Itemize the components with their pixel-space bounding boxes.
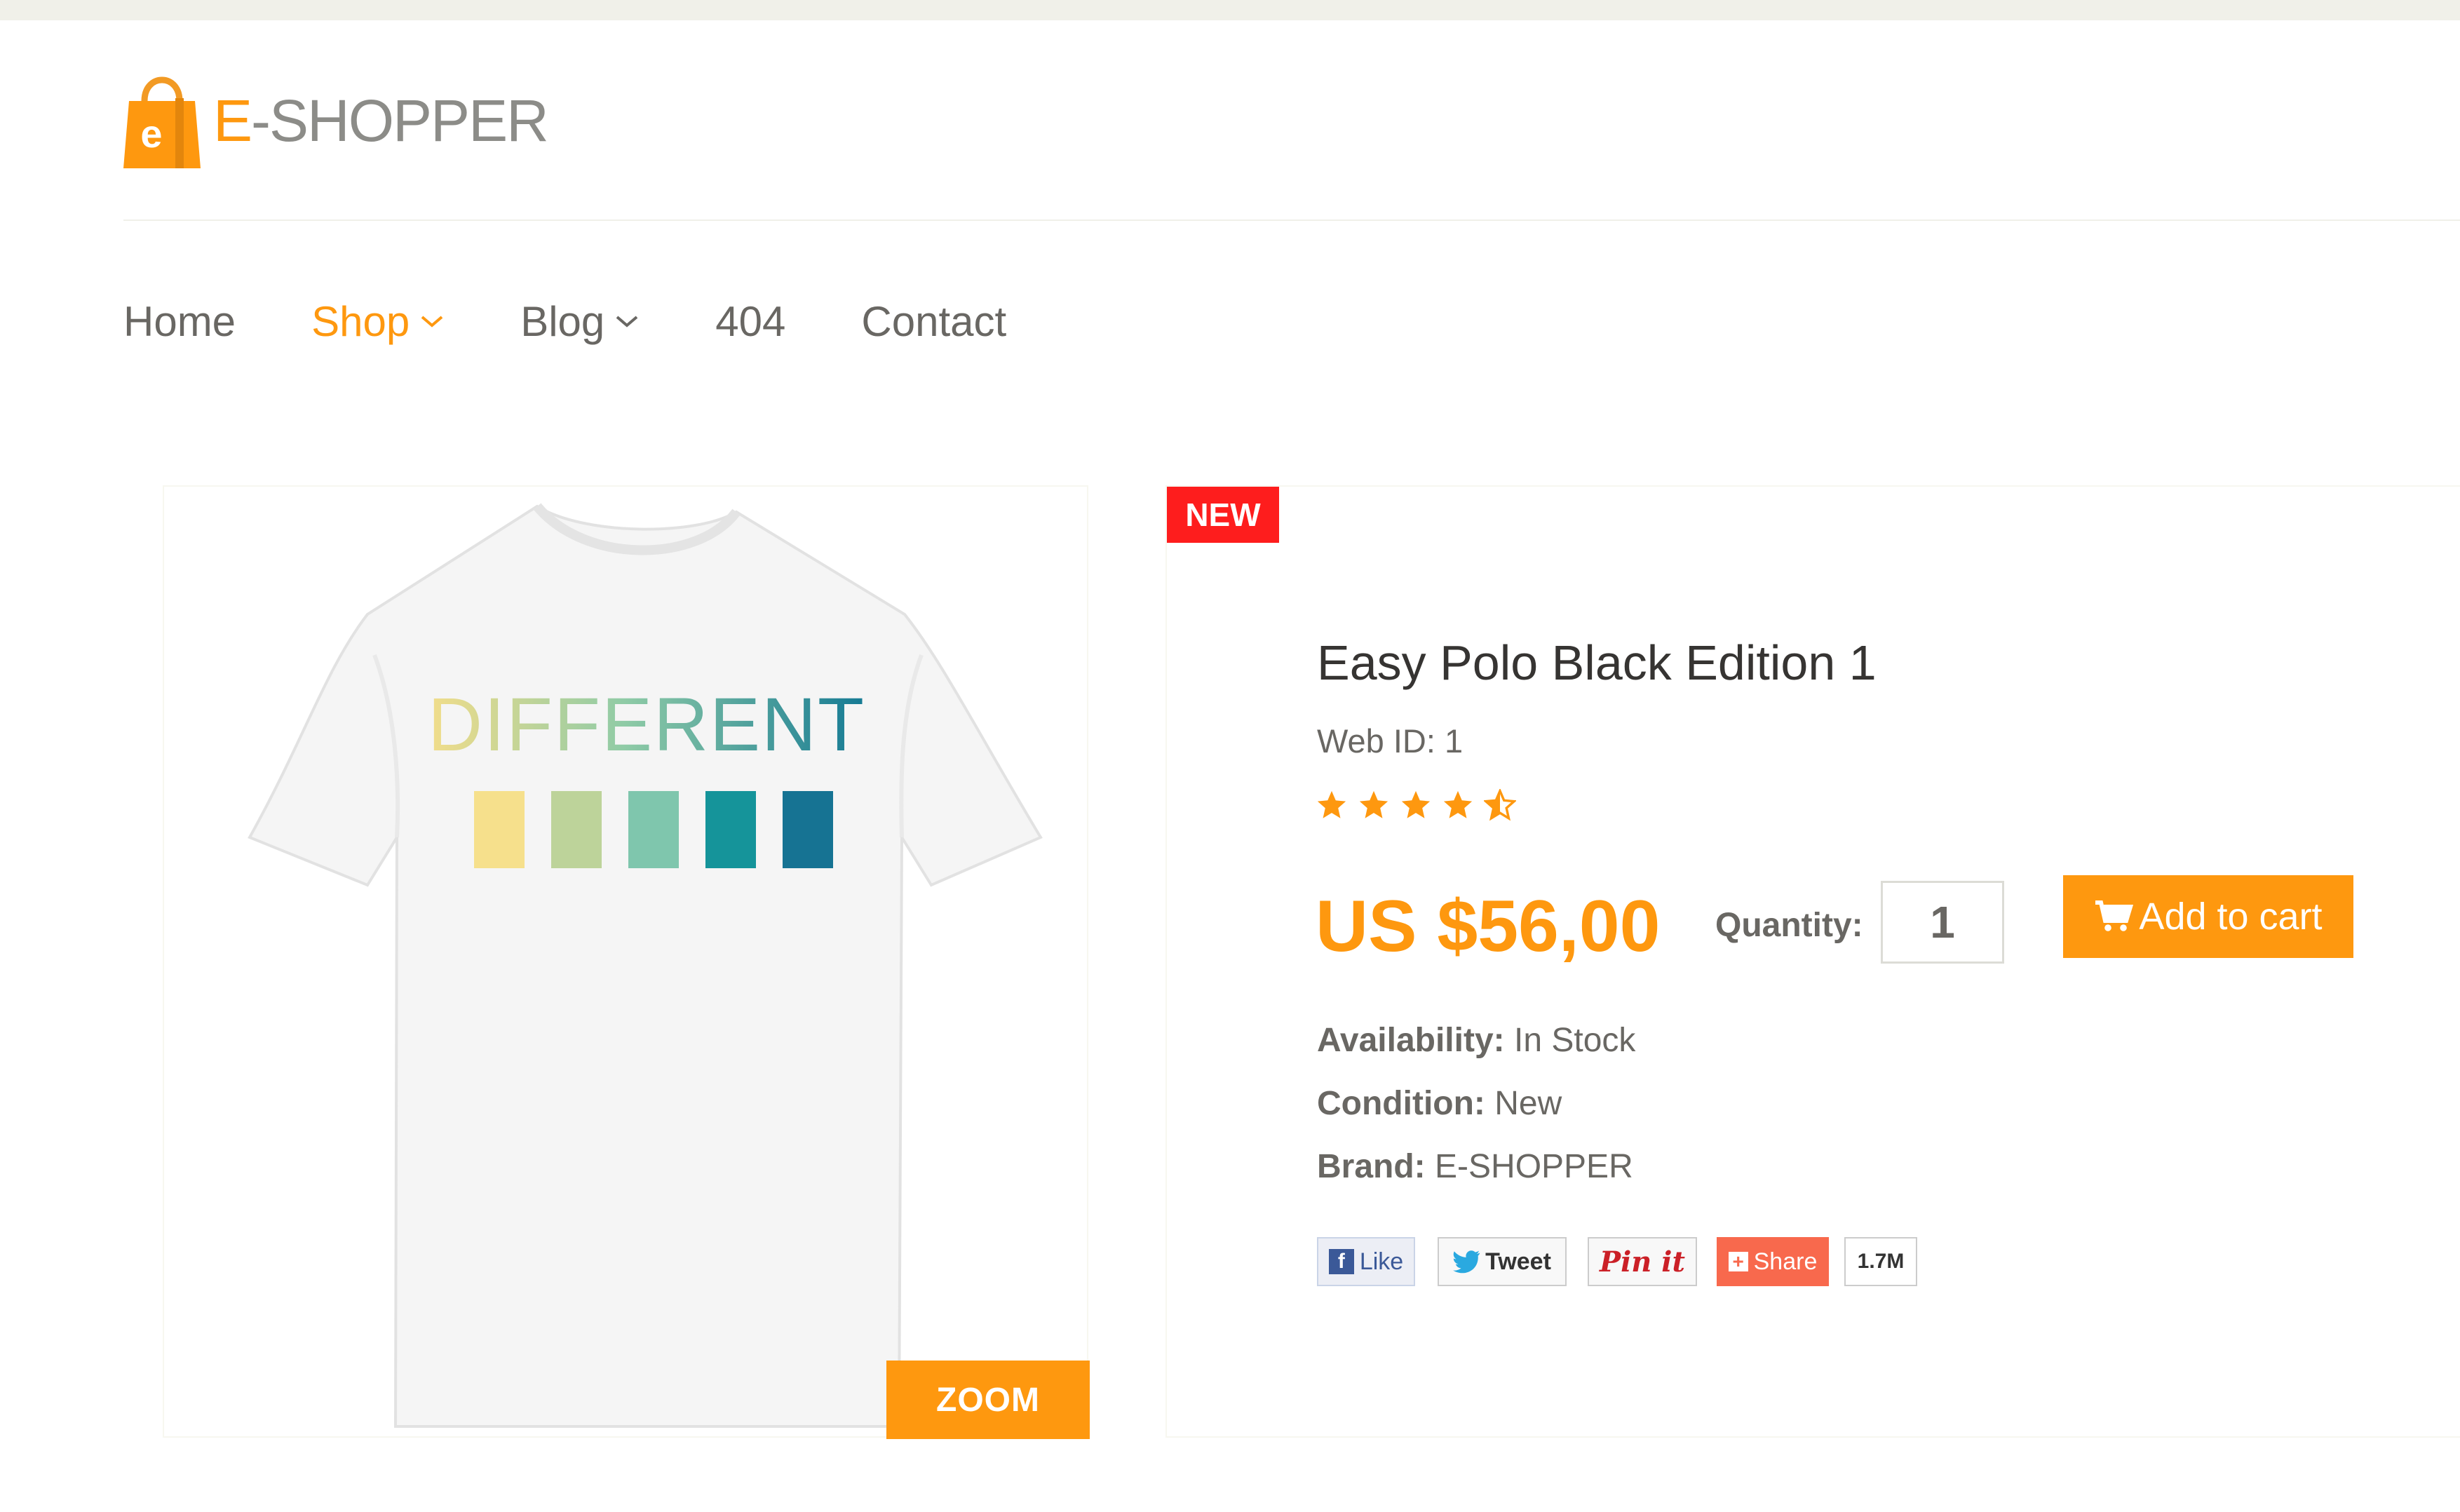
nav-blog[interactable]: Blog xyxy=(520,297,640,346)
quantity-input[interactable] xyxy=(1881,881,2004,964)
product-tshirt-image[interactable]: DIFFERENT xyxy=(164,487,1087,1436)
product-image-frame: DIFFERENT xyxy=(163,485,1088,1438)
facebook-icon: f xyxy=(1328,1249,1354,1274)
svg-text:DIFFERENT: DIFFERENT xyxy=(428,682,865,767)
swatch xyxy=(551,791,602,868)
new-badge: NEW xyxy=(1167,487,1279,543)
swatch xyxy=(783,791,833,868)
nav-404[interactable]: 404 xyxy=(715,297,785,346)
header-divider xyxy=(123,220,2460,221)
swatch xyxy=(474,791,525,868)
facebook-like-button[interactable]: f Like xyxy=(1317,1237,1415,1286)
star-icon xyxy=(1317,790,1346,818)
quantity-label: Quantity: xyxy=(1715,907,1863,944)
star-half-icon xyxy=(1484,789,1516,821)
twitter-bird-icon xyxy=(1453,1250,1480,1274)
swatch xyxy=(705,791,756,868)
availability-row: Availability: In Stock xyxy=(1317,1022,1636,1059)
logo-text: E-SHOPPER xyxy=(213,88,549,154)
swatch xyxy=(628,791,679,868)
add-to-cart-button[interactable]: Add to cart xyxy=(2063,875,2353,958)
shopping-cart-icon xyxy=(2095,900,2134,931)
logo[interactable]: e E-SHOPPER xyxy=(123,69,549,173)
chevron-down-icon xyxy=(616,316,638,328)
star-icon xyxy=(1401,790,1431,818)
svg-text:e: e xyxy=(140,112,162,156)
shopping-bag-logo-icon: e xyxy=(123,76,201,168)
tweet-button[interactable]: Tweet xyxy=(1438,1237,1567,1286)
share-count: 1.7M xyxy=(1844,1237,1917,1286)
star-icon xyxy=(1359,790,1388,818)
star-icon xyxy=(1443,790,1473,818)
nav-shop[interactable]: Shop xyxy=(311,297,445,346)
top-bar xyxy=(0,0,2460,20)
add-to-cart-label: Add to cart xyxy=(2139,896,2323,938)
brand-row: Brand: E-SHOPPER xyxy=(1317,1148,1633,1185)
main-nav: Home Shop Blog 404 Contact xyxy=(123,293,1082,349)
plus-icon: + xyxy=(1728,1252,1748,1271)
condition-row: Condition: New xyxy=(1317,1085,1562,1122)
rating-stars xyxy=(1316,789,1516,821)
nav-contact[interactable]: Contact xyxy=(861,297,1006,346)
pin-it-button[interactable]: Pin it xyxy=(1588,1237,1697,1286)
web-id: Web ID: 1 xyxy=(1317,722,1464,760)
nav-home[interactable]: Home xyxy=(123,297,236,346)
product-title: Easy Polo Black Edition 1 xyxy=(1317,635,1877,690)
share-button[interactable]: + Share xyxy=(1717,1237,1829,1286)
product-price: US $56,00 xyxy=(1316,886,1661,967)
chevron-down-icon xyxy=(421,316,443,328)
zoom-button[interactable]: ZOOM xyxy=(886,1361,1090,1439)
